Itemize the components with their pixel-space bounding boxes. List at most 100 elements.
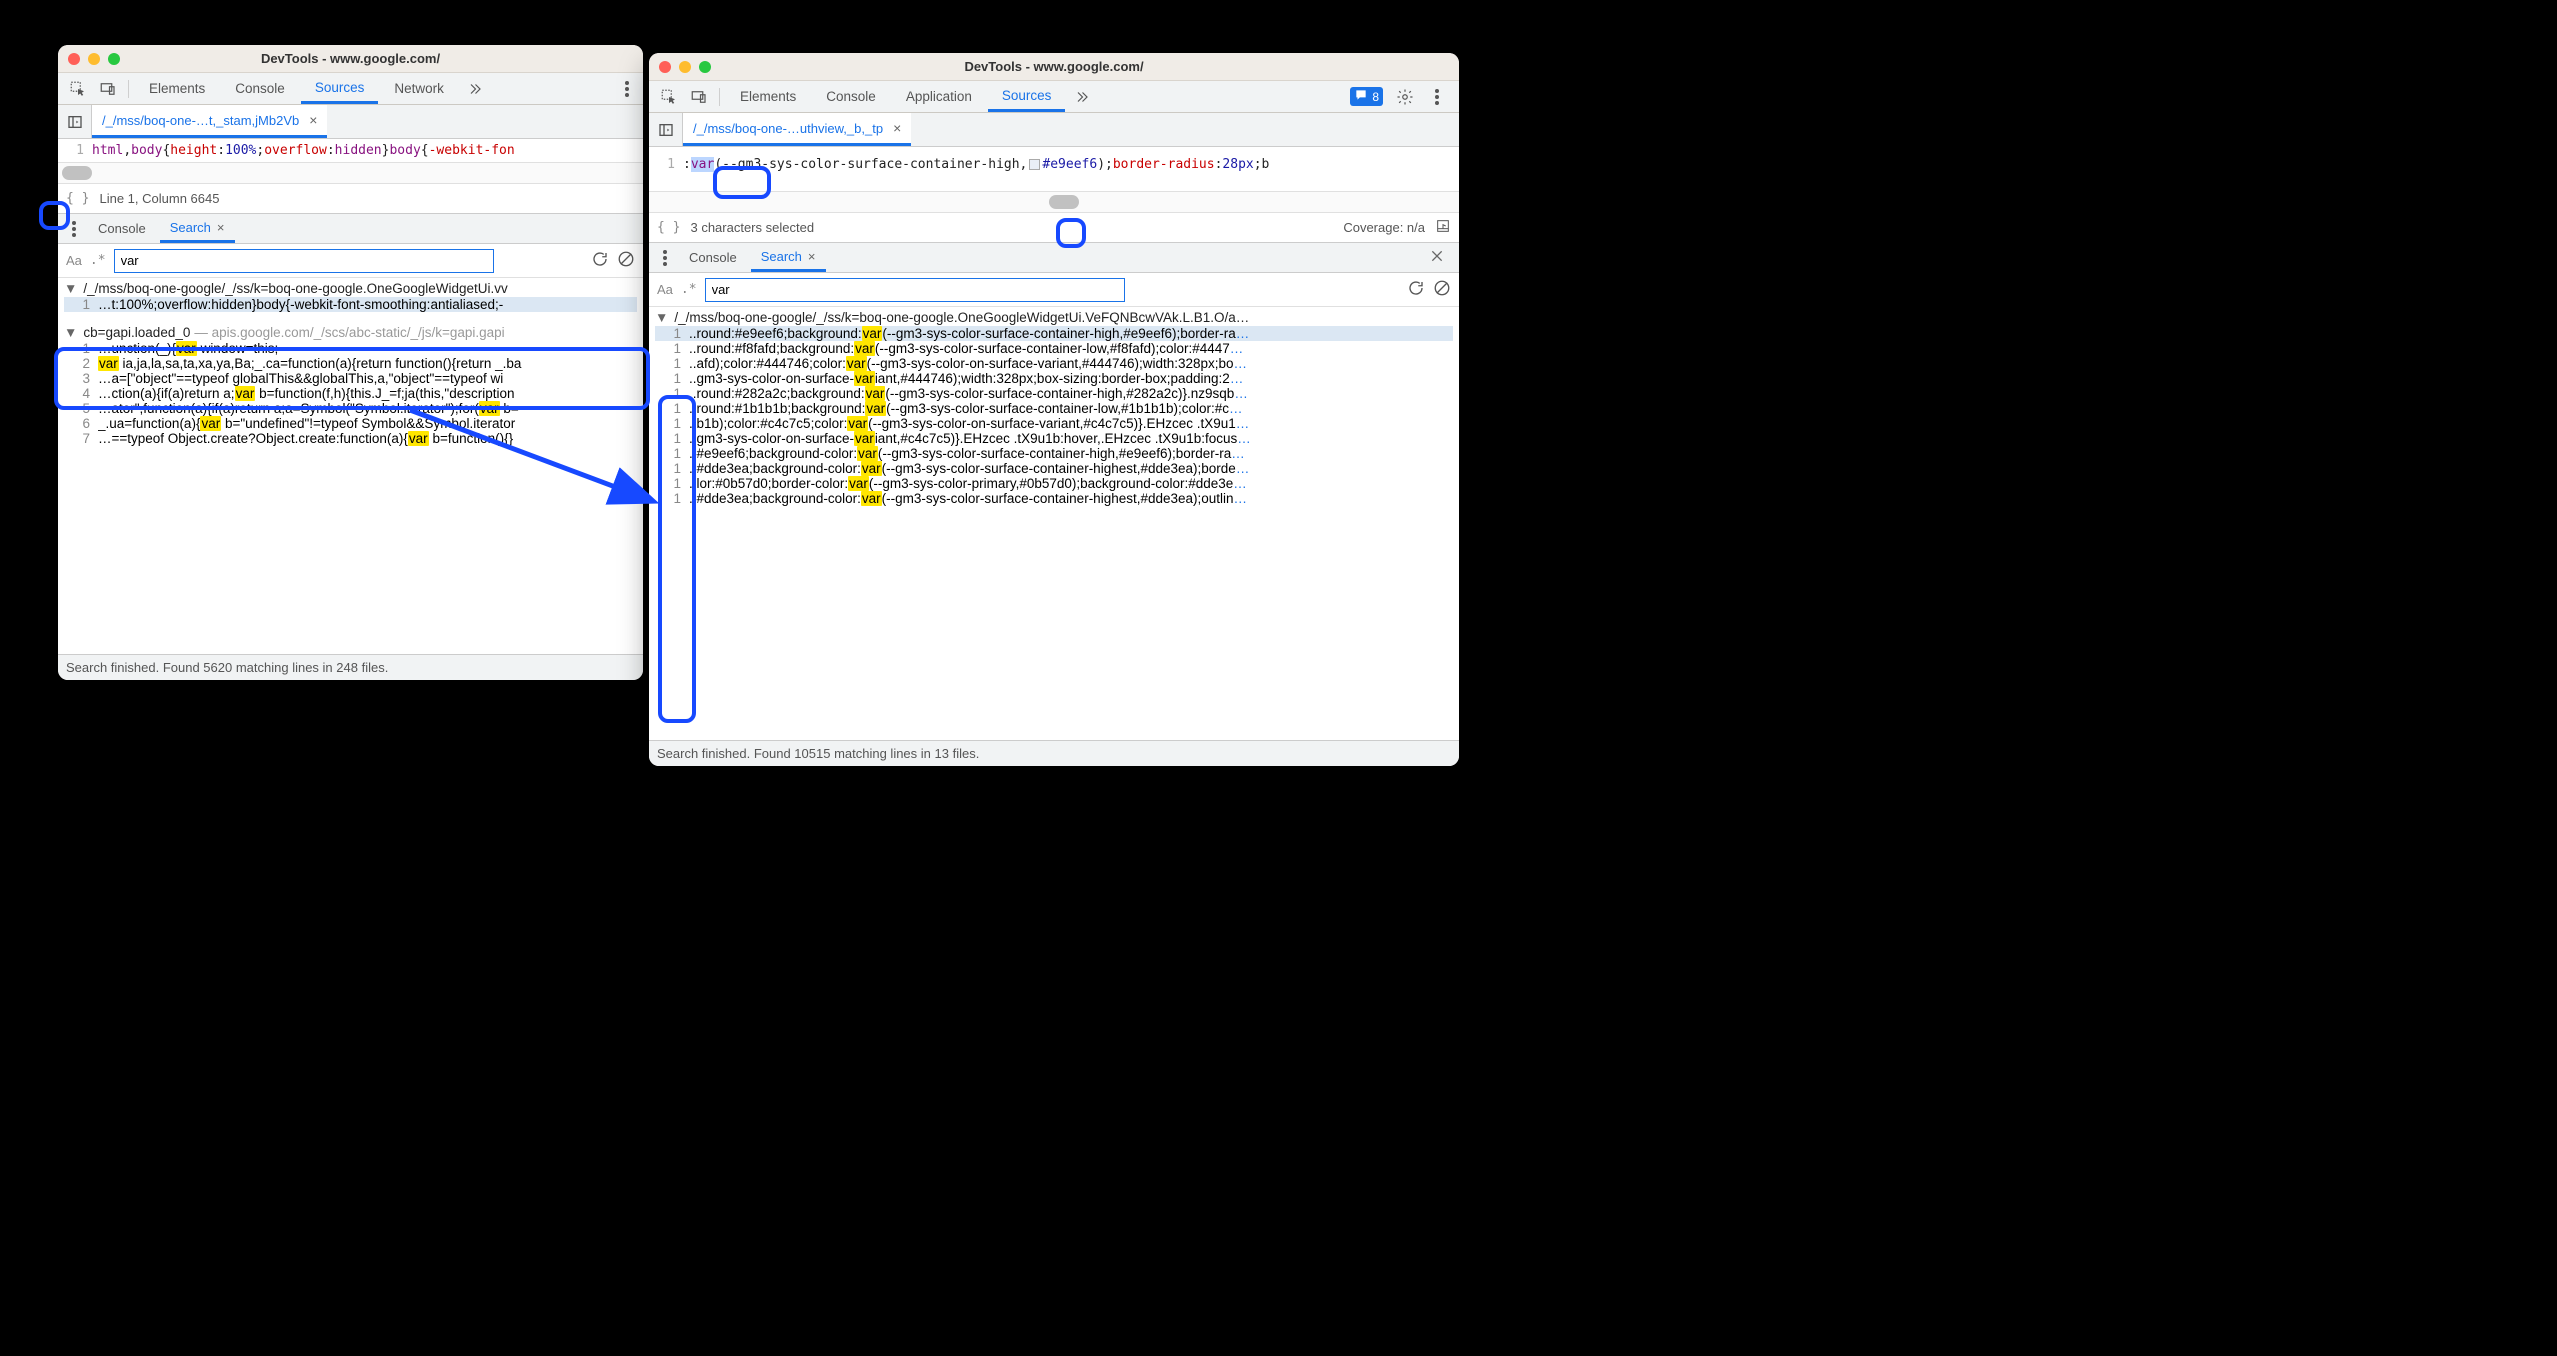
regex-toggle[interactable]: .* <box>90 253 106 268</box>
refresh-search-icon[interactable] <box>591 250 609 271</box>
window-title: DevTools - www.google.com/ <box>58 51 643 66</box>
result-row[interactable]: 1…unction(_){var window=this; <box>64 341 637 356</box>
main-tabbar: Elements Console Application Sources 8 <box>649 81 1459 113</box>
cancel-search-icon[interactable] <box>1433 279 1451 300</box>
search-results[interactable]: ▼ /_/mss/boq-one-google/_/ss/k=boq-one-g… <box>649 307 1459 740</box>
result-row[interactable]: 1..b1b);color:#c4c7c5;color:var(--gm3-sy… <box>655 416 1453 431</box>
search-input[interactable] <box>114 249 494 273</box>
result-row[interactable]: 1..gm3-sys-color-on-surface-variant,#444… <box>655 371 1453 386</box>
zoom-window-button[interactable] <box>699 61 711 73</box>
result-row[interactable]: 1..#dde3ea;background-color:var(--gm3-sy… <box>655 491 1453 506</box>
issues-badge[interactable]: 8 <box>1350 87 1383 106</box>
result-file-header[interactable]: ▼ /_/mss/boq-one-google/_/ss/k=boq-one-g… <box>655 309 1453 326</box>
horizontal-scrollbar[interactable] <box>58 162 643 184</box>
result-row[interactable]: 6_.ua=function(a){var b="undefined"!=typ… <box>64 416 637 431</box>
tab-elements[interactable]: Elements <box>135 73 219 104</box>
disclosure-triangle-icon[interactable]: ▼ <box>64 325 77 340</box>
tab-application[interactable]: Application <box>892 81 986 112</box>
file-tab[interactable]: /_/mss/boq-one-…t,_stam,jMb2Vb × <box>92 105 327 138</box>
result-row[interactable]: 1..round:#1b1b1b;background:var(--gm3-sy… <box>655 401 1453 416</box>
search-footer: Search finished. Found 5620 matching lin… <box>58 654 643 680</box>
search-summary: Search finished. Found 10515 matching li… <box>657 746 979 761</box>
drawer-tabbar: Console Search × <box>649 243 1459 273</box>
show-navigator-icon[interactable] <box>58 105 92 138</box>
result-file-header[interactable]: ▼ cb=gapi.loaded_0 — apis.google.com/_/s… <box>64 324 637 341</box>
more-tabs-icon[interactable] <box>1067 83 1095 111</box>
inspect-element-icon[interactable] <box>655 83 683 111</box>
line-number: 1 <box>649 147 683 191</box>
drawer-menu-icon[interactable] <box>655 244 675 272</box>
settings-icon[interactable] <box>1391 83 1419 111</box>
minimize-window-button[interactable] <box>88 53 100 65</box>
tab-sources[interactable]: Sources <box>988 81 1066 112</box>
match-case-toggle[interactable]: Aa <box>657 282 673 297</box>
result-row[interactable]: 5…ator",function(a){if(a)return a;a=Symb… <box>64 401 637 416</box>
main-tabbar: Elements Console Sources Network <box>58 73 643 105</box>
tab-console[interactable]: Console <box>812 81 890 112</box>
result-row[interactable]: 1..round:#e9eef6;background:var(--gm3-sy… <box>655 326 1453 341</box>
separator <box>719 88 720 106</box>
titlebar[interactable]: DevTools - www.google.com/ <box>649 53 1459 81</box>
show-navigator-icon[interactable] <box>649 113 683 146</box>
toggle-device-icon[interactable] <box>685 83 713 111</box>
coverage-icon[interactable] <box>1435 218 1451 237</box>
titlebar[interactable]: DevTools - www.google.com/ <box>58 45 643 73</box>
pretty-print-icon[interactable]: { } <box>657 220 680 235</box>
result-row[interactable]: 7…==typeof Object.create?Object.create:f… <box>64 431 637 446</box>
close-drawer-tab-icon[interactable]: × <box>808 249 816 264</box>
tab-elements[interactable]: Elements <box>726 81 810 112</box>
file-tab[interactable]: /_/mss/boq-one-…uthview,_b,_tp × <box>683 113 911 146</box>
result-row[interactable]: 3…a=["object"==typeof globalThis&&global… <box>64 371 637 386</box>
editor-statusbar: { } Line 1, Column 6645 <box>58 184 643 214</box>
minimize-window-button[interactable] <box>679 61 691 73</box>
close-tab-icon[interactable]: × <box>893 120 901 136</box>
drawer-tab-search[interactable]: Search × <box>160 214 235 243</box>
pretty-print-icon[interactable]: { } <box>66 191 89 206</box>
refresh-search-icon[interactable] <box>1407 279 1425 300</box>
disclosure-triangle-icon[interactable]: ▼ <box>655 310 668 325</box>
regex-toggle[interactable]: .* <box>681 282 697 297</box>
result-row[interactable]: 1 …t:100%;overflow:hidden}body{-webkit-f… <box>64 297 637 312</box>
color-swatch-icon[interactable] <box>1029 159 1040 170</box>
result-row[interactable]: 1..afd);color:#444746;color:var(--gm3-sy… <box>655 356 1453 371</box>
code-editor[interactable]: 1 html,body{height:100%;overflow:hidden}… <box>58 139 643 162</box>
result-row[interactable]: 2var ia,ja,la,sa,ta,xa,ya,Ba;_.ca=functi… <box>64 356 637 371</box>
match-case-toggle[interactable]: Aa <box>66 253 82 268</box>
more-tabs-icon[interactable] <box>460 75 488 103</box>
drawer-tab-search[interactable]: Search × <box>751 243 826 272</box>
result-row[interactable]: 1..#e9eef6;background-color:var(--gm3-sy… <box>655 446 1453 461</box>
close-window-button[interactable] <box>659 61 671 73</box>
inspect-element-icon[interactable] <box>64 75 92 103</box>
horizontal-scrollbar[interactable] <box>649 191 1459 213</box>
disclosure-triangle-icon[interactable]: ▼ <box>64 281 77 296</box>
result-file-header[interactable]: ▼ /_/mss/boq-one-google/_/ss/k=boq-one-g… <box>64 280 637 297</box>
close-drawer-icon[interactable] <box>1429 248 1453 267</box>
kebab-menu-icon[interactable] <box>617 75 637 103</box>
file-tab-label: /_/mss/boq-one-…t,_stam,jMb2Vb <box>102 113 299 128</box>
cancel-search-icon[interactable] <box>617 250 635 271</box>
result-row[interactable]: 1..#dde3ea;background-color:var(--gm3-sy… <box>655 461 1453 476</box>
result-row[interactable]: 1..gm3-sys-color-on-surface-variant,#c4c… <box>655 431 1453 446</box>
result-row[interactable]: 4…ction(a){if(a)return a;var b=function(… <box>64 386 637 401</box>
toggle-device-icon[interactable] <box>94 75 122 103</box>
drawer-tabbar: Console Search × <box>58 214 643 244</box>
tab-network[interactable]: Network <box>380 73 458 104</box>
file-tabbar: /_/mss/boq-one-…t,_stam,jMb2Vb × <box>58 105 643 139</box>
kebab-menu-icon[interactable] <box>1427 83 1447 111</box>
search-input[interactable] <box>705 278 1125 302</box>
drawer-tab-console[interactable]: Console <box>679 243 747 272</box>
result-row[interactable]: 1..lor:#0b57d0;border-color:var(--gm3-sy… <box>655 476 1453 491</box>
drawer-tab-console[interactable]: Console <box>88 214 156 243</box>
close-drawer-tab-icon[interactable]: × <box>217 220 225 235</box>
tab-console[interactable]: Console <box>221 73 299 104</box>
result-row[interactable]: 1..round:#f8fafd;background:var(--gm3-sy… <box>655 341 1453 356</box>
result-row[interactable]: 1..round:#282a2c;background:var(--gm3-sy… <box>655 386 1453 401</box>
close-tab-icon[interactable]: × <box>309 112 317 128</box>
close-window-button[interactable] <box>68 53 80 65</box>
zoom-window-button[interactable] <box>108 53 120 65</box>
code-editor[interactable]: 1 :var(--gm3-sys-color-surface-container… <box>649 147 1459 191</box>
tab-sources[interactable]: Sources <box>301 73 379 104</box>
drawer-menu-icon[interactable] <box>64 215 84 243</box>
search-footer: Search finished. Found 10515 matching li… <box>649 740 1459 766</box>
search-results[interactable]: ▼ /_/mss/boq-one-google/_/ss/k=boq-one-g… <box>58 278 643 654</box>
